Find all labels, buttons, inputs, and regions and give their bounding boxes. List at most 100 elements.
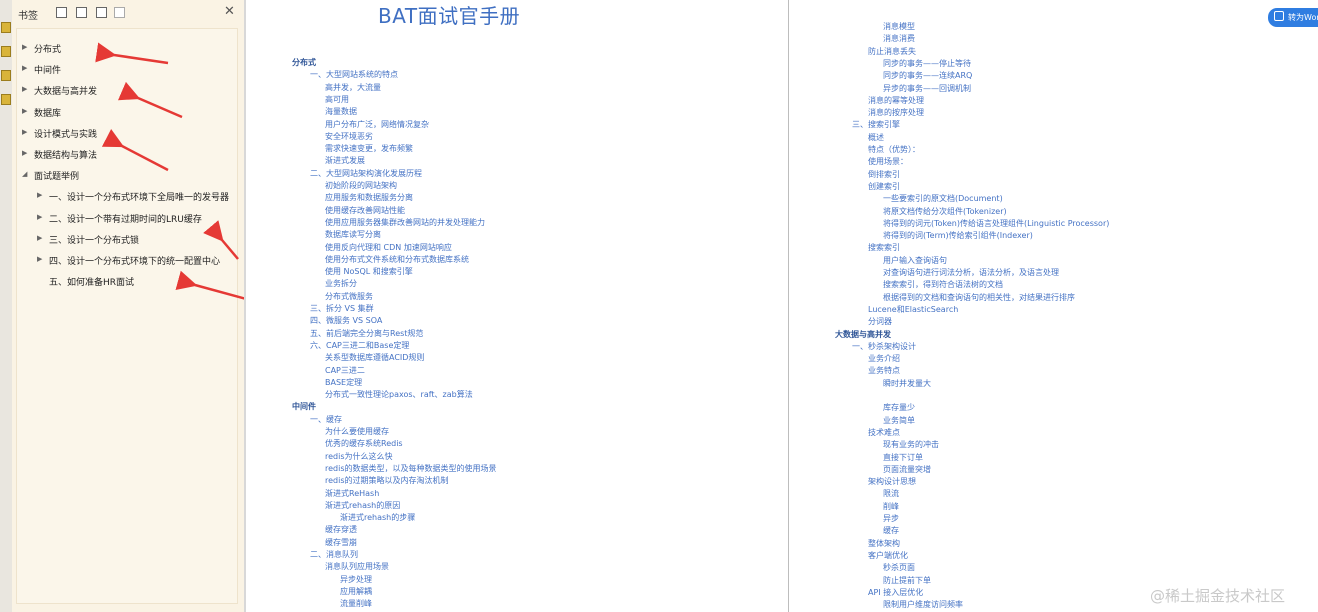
document-outline-line: 三、拆分 VS 集群 xyxy=(310,304,374,313)
document-outline-line: 瞬时并发量大 xyxy=(883,378,931,388)
document-outline-line: 六、CAP三进二和Base定理 xyxy=(310,340,410,350)
document-outline-line: 页面流量突增 xyxy=(883,464,931,474)
document-outline-line: 业务拆分 xyxy=(325,279,357,289)
document-outline-line: 三、搜索引擎 xyxy=(852,120,900,130)
document-outline-line: Lucene和ElasticSearch xyxy=(868,304,959,314)
document-outline-line: 使用反向代理和 CDN 加速网站响应 xyxy=(325,242,452,252)
document-outline-line: 渐进式rehash的原因 xyxy=(325,500,401,510)
document-outline-line: 缓存雪崩 xyxy=(325,537,357,547)
document-outline-line: 搜索索引，得到符合语法树的文档 xyxy=(883,280,1003,290)
document-outline-line: redis的过期策略以及内存淘汰机制 xyxy=(325,476,449,486)
document-outline-line: 分词器 xyxy=(868,317,892,327)
document-outline-line: 安全环境恶劣 xyxy=(325,131,373,141)
document-outline-line: 需求快速变更，发布频繁 xyxy=(325,144,413,154)
document-outline-line: 海量数据 xyxy=(325,107,357,117)
document-outline-line: 防止消息丢失 xyxy=(868,46,916,56)
document-outline-line: 一、缓存 xyxy=(310,414,342,424)
document-outline-line: 初始阶段的网站架构 xyxy=(325,181,397,190)
document-outline-line: 用户输入查询语句 xyxy=(883,255,947,265)
document-outline-line: 一、大型网站系统的特点 xyxy=(310,70,398,80)
document-outline-line: 使用缓存改善网站性能 xyxy=(325,205,405,215)
document-outline-line: 数据库读写分离 xyxy=(325,230,381,240)
document-outline-line: 一些要索引的原文档(Document) xyxy=(883,194,1003,204)
document-outline-line: 分布式一致性理论paxos、raft、zab算法 xyxy=(325,390,473,400)
document-outline-line: 同步的事务——连续ARQ xyxy=(883,71,973,81)
document-outline-line: 五、前后端完全分离与Rest规范 xyxy=(310,328,424,338)
document-outline-line: API 接入层优化 xyxy=(868,587,924,597)
document-outline-line: 为什么要使用缓存 xyxy=(325,427,389,436)
document-section-heading: 大数据与高并发 xyxy=(835,329,891,339)
document-outline-line: 倒排索引 xyxy=(868,169,900,179)
document-outline-line: 优秀的缓存系统Redis xyxy=(325,439,403,449)
document-outline-line: 秒杀页面 xyxy=(883,563,915,573)
document-outline-line: 渐进式发展 xyxy=(325,156,365,166)
document-page-2: 消息模型消息消费防止消息丢失同步的事务——停止等待 同步的事务——连续ARQ 异步的… xyxy=(789,0,1318,612)
document-outline-line: 业务简单 xyxy=(883,415,915,425)
document-outline-line: 现有业务的冲击 xyxy=(883,440,939,450)
document-outline-line: 一、秒杀架构设计 xyxy=(852,341,916,351)
document-outline-line: 削峰 xyxy=(883,501,899,511)
document-outline-line: 二、消息队列 xyxy=(310,550,358,559)
document-outline-line: 消息消费 xyxy=(883,34,915,44)
document-outline-line: 消息的幂等处理 xyxy=(868,95,924,105)
document-outline-line: 概述 xyxy=(868,132,884,142)
document-outline-line: 二、大型网站架构演化发展历程 xyxy=(310,168,422,178)
document-outline-line: 根据得到的文档和查询语句的相关性，对结果进行排序 xyxy=(883,292,1075,302)
document-outline-line: 技术难点 xyxy=(868,427,900,437)
arrow-1 xyxy=(95,42,169,65)
document-outline-line: 高并发，大流量 xyxy=(325,82,381,92)
document-outline-line: 应用服务和数据服务分离 xyxy=(325,193,413,203)
document-outline-line: BASE定理 xyxy=(325,377,363,387)
document-outline-line: 业务介绍 xyxy=(868,354,900,364)
document-outline-line: 关系型数据库遵循ACID规则 xyxy=(325,353,425,363)
document-outline-line: 异步的事务——回调机制 xyxy=(883,83,971,93)
document-outline-line: redis为什么这么快 xyxy=(325,451,393,461)
document-outline-line: 库存量少 xyxy=(883,403,915,413)
document-outline-line: 限制用户维度访问频率 xyxy=(883,600,963,610)
document-outline-line: CAP三进二 xyxy=(325,365,365,375)
document-outline-line: 业务特点 xyxy=(868,366,900,376)
document-outline-line: 高可用 xyxy=(325,94,349,104)
convert-to-word-button[interactable]: 转为Word xyxy=(1268,8,1318,27)
watermark: @稀土掘金技术社区 xyxy=(1150,587,1286,605)
document-outline-line: 缓存穿透 xyxy=(325,525,357,535)
document-outline-line: 同步的事务——停止等待 xyxy=(883,58,971,68)
document-outline-line: 将得到的词元(Token)传给语言处理组件(Linguistic Process… xyxy=(883,218,1110,228)
document-outline-line: 创建索引 xyxy=(868,181,900,191)
document-outline-line: 搜索索引 xyxy=(868,243,900,253)
document-outline-line: redis的数据类型，以及每种数据类型的使用场景 xyxy=(325,463,497,473)
document-outline-line: 缓存 xyxy=(883,526,899,536)
document-outline-line: 对查询语句进行词法分析，语法分析，及语言处理 xyxy=(883,268,1059,277)
convert-to-word-label: 转为Word xyxy=(1288,13,1318,22)
document-outline-line: 防止提前下单 xyxy=(883,575,931,585)
document-outline-line: 将原文档传给分次组件(Tokenizer) xyxy=(883,206,1007,216)
document-outline-line: 异步 xyxy=(883,514,899,523)
document-outline-line: 限流 xyxy=(883,489,899,499)
document-outline-line: 使用场景： xyxy=(868,157,908,167)
document-outline-line: 用户分布广泛，网络情况复杂 xyxy=(325,119,429,129)
document-outline-line: 将得到的词(Term)传给索引组件(Indexer) xyxy=(883,231,1033,241)
document-outline-line: 架构设计思想 xyxy=(868,477,916,487)
document-outline-line: 渐进式rehash的步骤 xyxy=(340,513,416,523)
document-outline-line: 使用 NoSQL 和搜索引擎 xyxy=(325,267,413,277)
document-outline-line: 特点（优势）： xyxy=(868,145,920,154)
document-outline-line: 使用应用服务器集群改善网站的并发处理能力 xyxy=(325,217,485,227)
document-outline-line: 流量削峰 xyxy=(340,599,372,609)
document-outline-line: 整体架构 xyxy=(868,538,900,548)
arrow-4 xyxy=(203,220,239,260)
document-outline-line: 应用解耦 xyxy=(340,586,372,596)
arrow-2 xyxy=(117,81,183,119)
document-outline-line: 分布式微服务 xyxy=(325,291,373,301)
document-section-heading: 分布式 xyxy=(292,58,316,67)
document-outline-line: 异步处理 xyxy=(340,574,372,584)
document-outline-line: 消息模型 xyxy=(883,22,915,31)
document-page-1: BAT面试官手册 分布式 一、大型网站系统的特点 高并发，大流量 高可用 海量数据 用户分… xyxy=(246,0,788,612)
document-outline-line: 直接下订单 xyxy=(883,452,923,462)
arrow-3 xyxy=(101,129,169,172)
document-outline-line: 客户端优化 xyxy=(868,550,908,560)
document-outline-line: 使用分布式文件系统和分布式数据库系统 xyxy=(325,254,469,264)
document-outline-line: 渐进式ReHash xyxy=(325,488,380,498)
document-outline-line: 消息队列应用场景 xyxy=(325,562,389,572)
document-outline-line: 消息的按序处理 xyxy=(868,108,924,118)
word-icon xyxy=(1274,11,1284,21)
